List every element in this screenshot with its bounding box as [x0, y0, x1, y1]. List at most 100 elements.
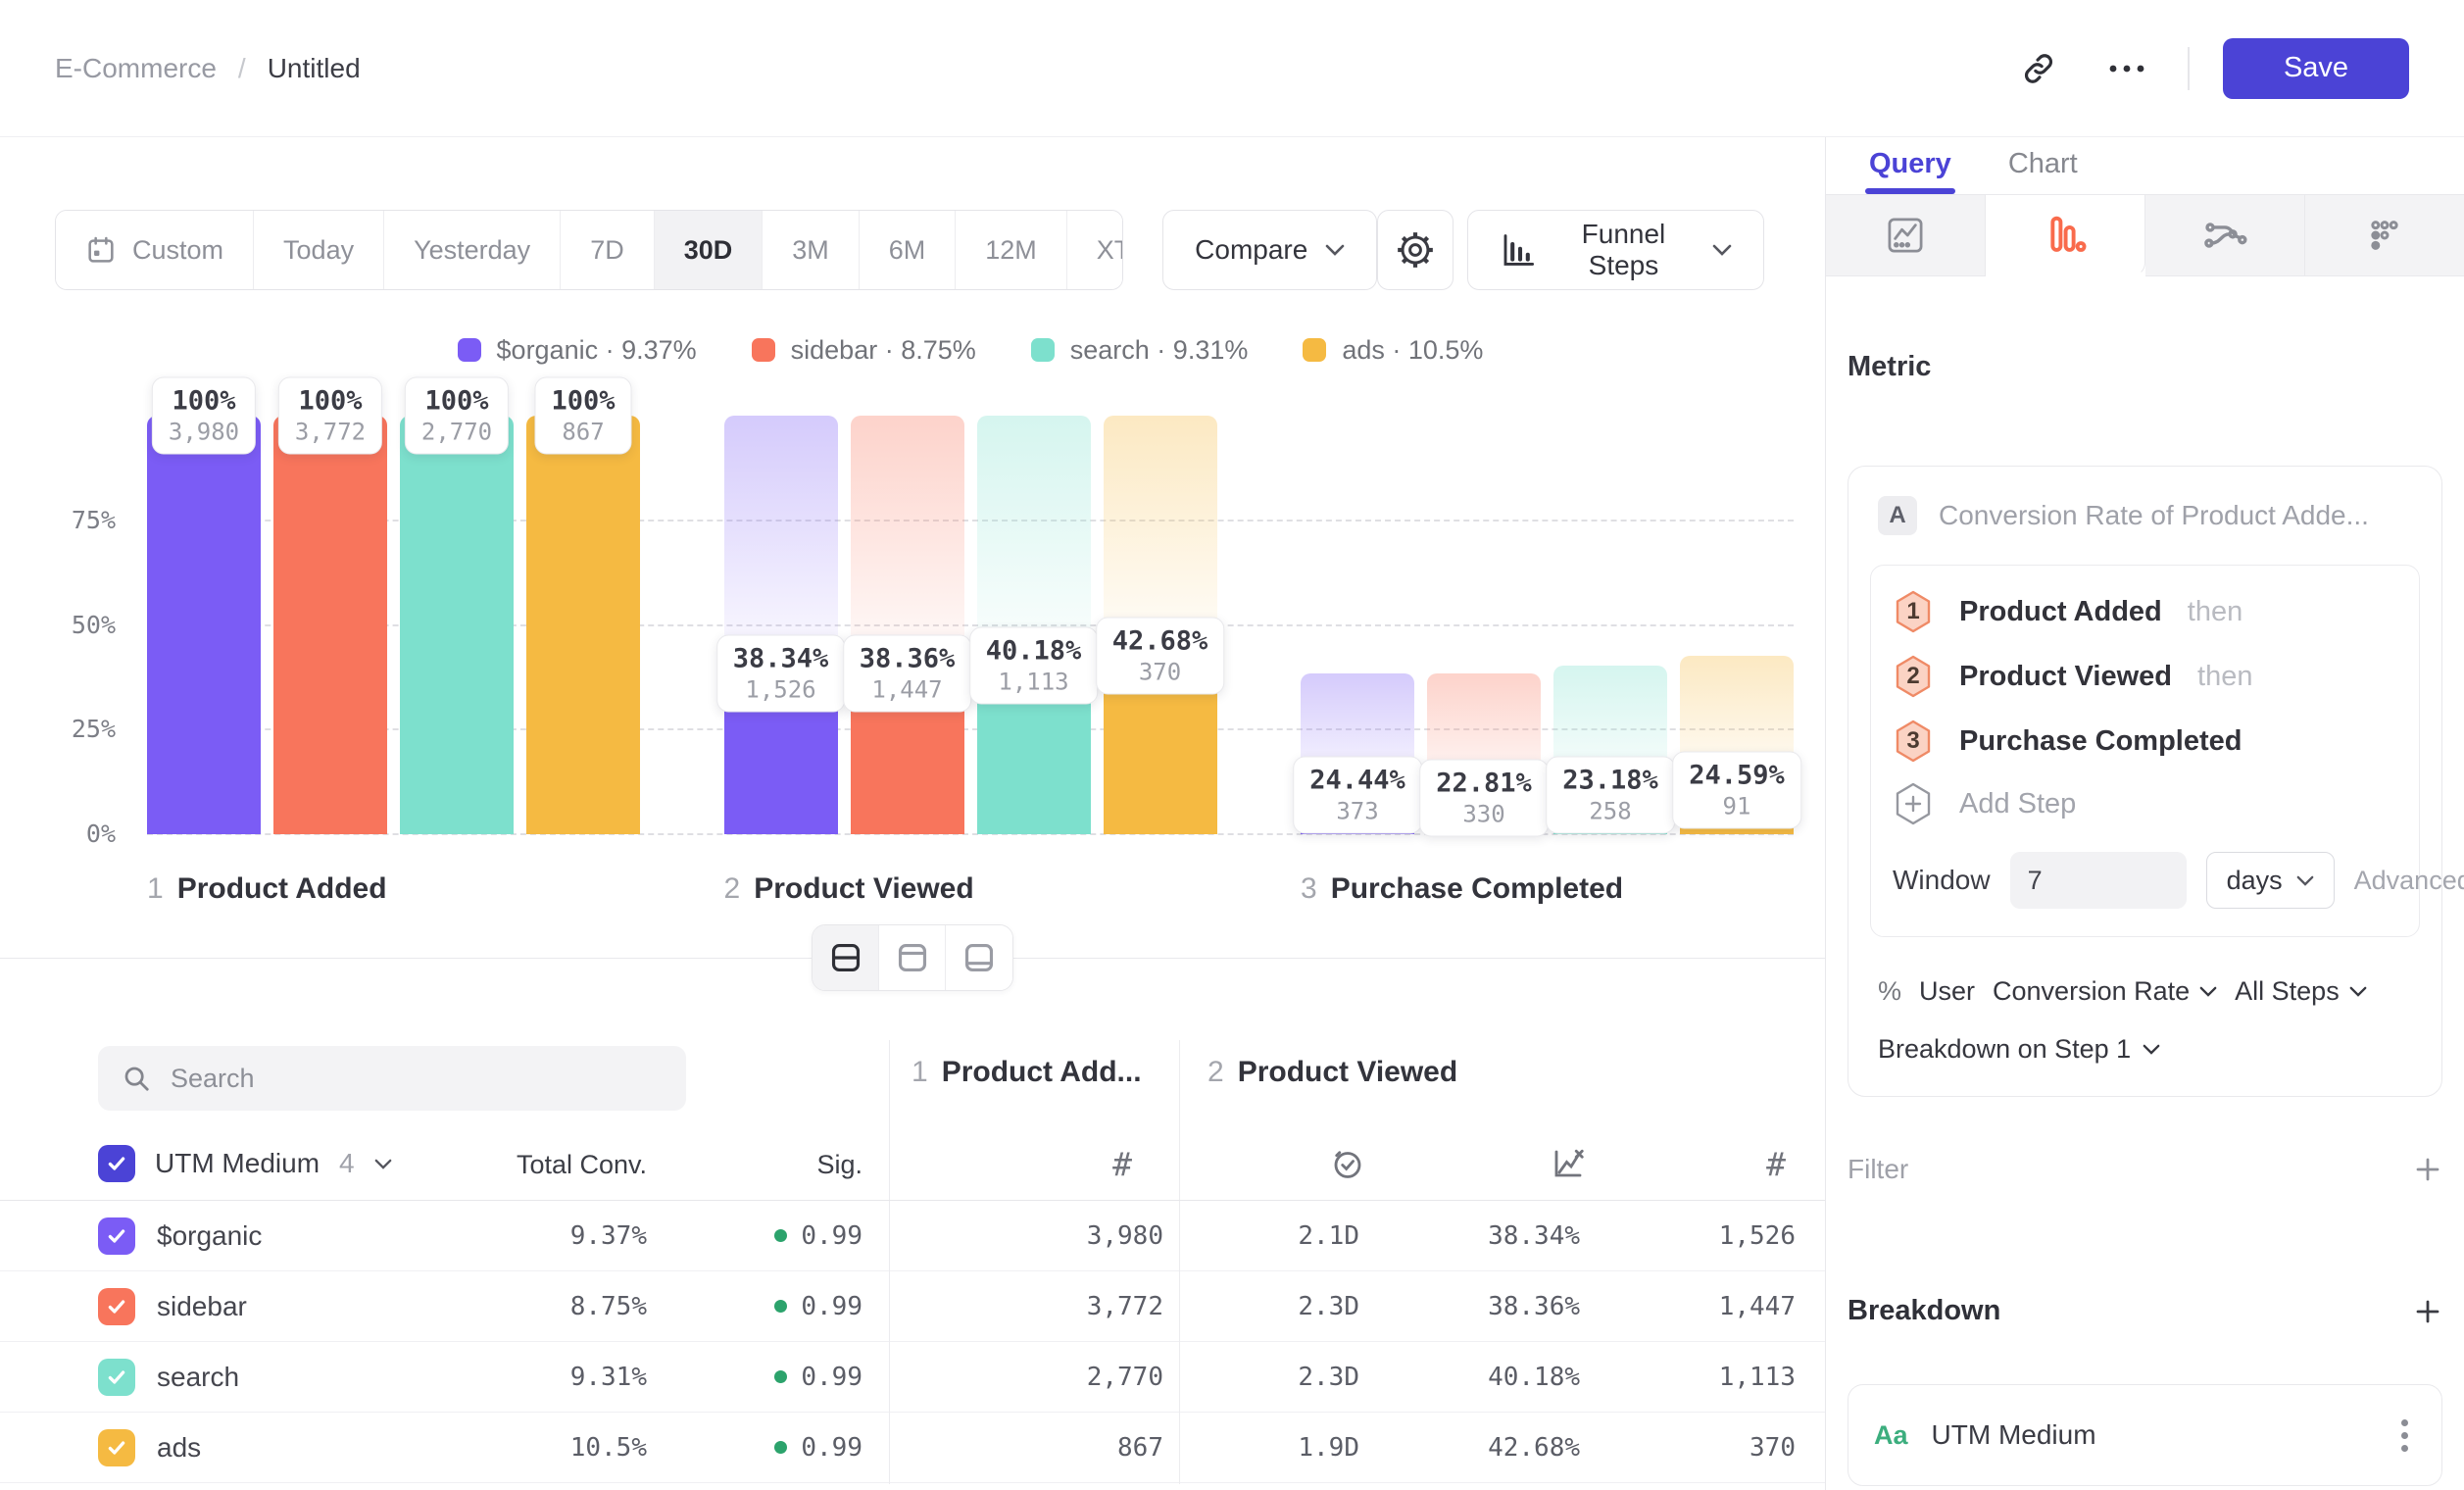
legend-item-ads[interactable]: ads · 10.5%	[1303, 335, 1483, 366]
report-type-retention[interactable]	[2305, 195, 2464, 276]
breadcrumb-parent[interactable]: E-Commerce	[55, 53, 217, 84]
bar-ads-step1[interactable]: 100%867	[526, 416, 640, 834]
avg-time-cell: 2.1D	[1179, 1221, 1375, 1251]
bar-count: 1,113	[986, 669, 1082, 696]
query-step-3[interactable]: 3Purchase Completed	[1893, 709, 2397, 773]
bar-search-step2[interactable]: 40.18%1,113	[977, 416, 1091, 834]
row-checkbox[interactable]	[98, 1217, 135, 1255]
bar-search-step1[interactable]: 100%2,770	[400, 416, 514, 834]
bar-sidebar-step3[interactable]: 22.81%330	[1427, 416, 1541, 834]
count-column-icon[interactable]: #	[1093, 1142, 1152, 1185]
compare-button[interactable]: Compare	[1162, 210, 1377, 290]
chart-type-button[interactable]: Funnel Steps	[1467, 210, 1764, 290]
bar-organic-step2[interactable]: 38.34%1,526	[724, 416, 838, 834]
advanced-toggle[interactable]: Advanced	[2354, 866, 2464, 896]
kebab-menu-icon[interactable]	[2393, 1412, 2416, 1460]
breadcrumb-current[interactable]: Untitled	[268, 53, 361, 84]
share-link-button[interactable]	[2011, 41, 2066, 96]
bar-ads-step2[interactable]: 42.68%370	[1104, 416, 1217, 834]
report-type-tabs	[1826, 194, 2464, 276]
layout-split-button[interactable]	[813, 925, 879, 990]
total-conv-header[interactable]: Total Conv.	[517, 1150, 647, 1180]
tab-chart[interactable]: Chart	[2008, 148, 2078, 194]
bar-solid	[400, 416, 514, 834]
layout-chart-button[interactable]	[879, 925, 946, 990]
y-axis-tick: 0%	[27, 820, 116, 848]
insights-icon	[1883, 213, 1928, 258]
bar-sidebar-step2[interactable]: 38.36%1,447	[851, 416, 964, 834]
window-value-input[interactable]	[2010, 852, 2187, 909]
row-checkbox[interactable]	[98, 1429, 135, 1466]
avg-time-column-icon[interactable]	[1318, 1142, 1377, 1185]
add-breakdown-button[interactable]	[2413, 1297, 2442, 1326]
bar-sidebar-step1[interactable]: 100%3,772	[273, 416, 387, 834]
bar-ads-step3[interactable]: 24.59%91	[1680, 416, 1794, 834]
date-range-today[interactable]: Today	[254, 211, 384, 289]
bar-organic-step3[interactable]: 24.44%373	[1301, 416, 1414, 834]
report-type-insights[interactable]	[1826, 195, 1986, 276]
sig-value: 0.99	[801, 1433, 862, 1463]
query-step-2[interactable]: 2Product Viewedthen	[1893, 644, 2397, 709]
step1-column-title[interactable]: 1 Product Add...	[912, 1056, 1142, 1089]
count-column-icon[interactable]: #	[1747, 1142, 1805, 1185]
step2-column-title[interactable]: 2 Product Viewed	[1207, 1056, 1457, 1089]
step-name: Product Viewed	[754, 872, 974, 906]
date-range-group: Custom TodayYesterday7D30D3M6M12M XTD	[55, 210, 1123, 290]
add-step-button[interactable]: Add Step	[1893, 773, 2397, 834]
date-range-yesterday[interactable]: Yesterday	[384, 211, 561, 289]
date-range-6m[interactable]: 6M	[860, 211, 957, 289]
add-step-hexagon-icon	[1893, 781, 1934, 826]
select-all-checkbox[interactable]	[98, 1145, 135, 1182]
bar-search-step3[interactable]: 23.18%258	[1553, 416, 1667, 834]
chart-toolbar: Custom TodayYesterday7D30D3M6M12M XTD Comp…	[0, 210, 1825, 290]
report-type-flows[interactable]	[2145, 195, 2305, 276]
window-unit-select[interactable]: days	[2206, 852, 2335, 909]
measure-metric-select[interactable]: Conversion Rate	[1993, 976, 2217, 1007]
bar-pct: 22.81%	[1436, 768, 1532, 798]
conv-rate-column-icon[interactable]	[1539, 1142, 1598, 1185]
bar-organic-step1[interactable]: 100%3,980	[147, 416, 261, 834]
date-range-3m[interactable]: 3M	[763, 211, 860, 289]
sig-header[interactable]: Sig.	[816, 1150, 862, 1180]
table-row-organic[interactable]: $organic9.37%0.993,9802.1D38.34%1,526	[0, 1201, 1825, 1271]
search-input[interactable]	[171, 1064, 663, 1094]
filter-section-header: Filter	[1826, 1154, 2464, 1185]
metric-badge: A	[1878, 496, 1917, 535]
table-search[interactable]	[98, 1046, 686, 1111]
table-row-sidebar[interactable]: sidebar8.75%0.993,7722.3D38.36%1,447	[0, 1271, 1825, 1342]
legend-item-sidebar[interactable]: sidebar · 8.75%	[752, 335, 976, 366]
date-range-custom[interactable]: Custom	[56, 211, 254, 289]
layout-bottom-icon	[962, 941, 996, 974]
save-button[interactable]: Save	[2223, 38, 2409, 99]
search-icon	[122, 1064, 151, 1093]
legend-item-search[interactable]: search · 9.31%	[1031, 335, 1249, 366]
row-checkbox[interactable]	[98, 1288, 135, 1325]
query-step-1[interactable]: 1Product Addedthen	[1893, 579, 2397, 644]
add-filter-button[interactable]	[2413, 1155, 2442, 1184]
date-range-label: Custom	[132, 235, 223, 266]
date-range-xtd[interactable]: XTD	[1067, 211, 1123, 289]
more-menu-button[interactable]	[2099, 41, 2154, 96]
legend-item-organic[interactable]: $organic · 9.37%	[458, 335, 697, 366]
measure-scope-select[interactable]: All Steps	[2235, 976, 2367, 1007]
layout-table-button[interactable]	[946, 925, 1012, 990]
app-header: E-Commerce / Untitled Save	[0, 0, 2464, 137]
chart-settings-button[interactable]	[1377, 210, 1454, 290]
table-row-ads[interactable]: ads10.5%0.998671.9D42.68%370	[0, 1413, 1825, 1483]
date-range-12m[interactable]: 12M	[956, 211, 1067, 289]
breakdown-column-header[interactable]: UTM Medium 4	[98, 1140, 392, 1187]
metric-title-row[interactable]: A Conversion Rate of Product Adde...	[1870, 492, 2420, 539]
tab-query[interactable]: Query	[1869, 148, 1951, 194]
table-row-search[interactable]: search9.31%0.992,7702.3D40.18%1,113	[0, 1342, 1825, 1413]
date-range-30d[interactable]: 30D	[655, 211, 764, 289]
bar-pct: 100%	[169, 386, 239, 417]
breakdown-on-step-select[interactable]: Breakdown on Step 1	[1870, 1023, 2420, 1074]
report-type-funnels[interactable]	[1986, 195, 2145, 276]
measure-entity[interactable]: User	[1919, 976, 1975, 1007]
date-range-label: XTD	[1097, 235, 1123, 266]
step-hexagon-badge: 2	[1893, 654, 1934, 699]
string-property-icon: Aa	[1874, 1420, 1908, 1451]
breakdown-item[interactable]: Aa UTM Medium	[1848, 1384, 2442, 1486]
date-range-7d[interactable]: 7D	[561, 211, 655, 289]
row-checkbox[interactable]	[98, 1359, 135, 1396]
